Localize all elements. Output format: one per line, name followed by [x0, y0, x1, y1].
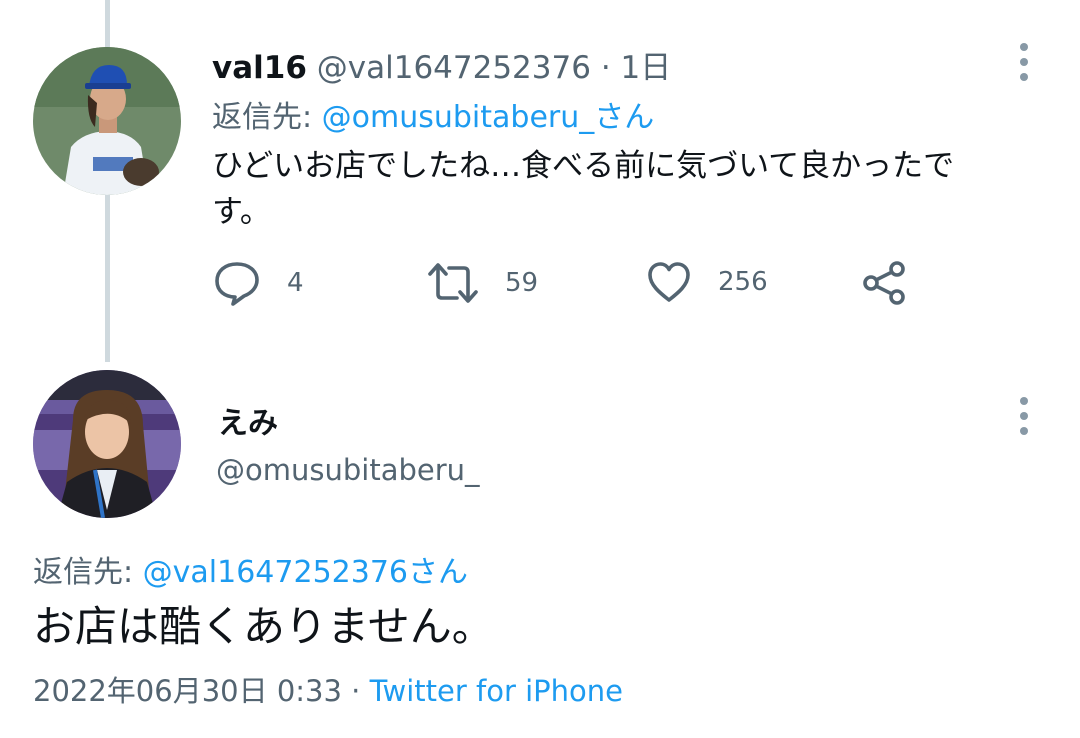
- vertical-dots-icon: [1020, 43, 1028, 51]
- tweet1-header: val16 @val1647252376 · 1日: [212, 42, 671, 87]
- like-button[interactable]: 256: [646, 260, 768, 304]
- retweet-button[interactable]: 59: [427, 260, 538, 306]
- avatar-emi[interactable]: [33, 370, 181, 518]
- tweet1-separator: ·: [600, 50, 611, 86]
- meta-separator: ·: [351, 674, 361, 708]
- reply-to-label: 返信先:: [212, 100, 322, 135]
- reply-button[interactable]: 4: [213, 260, 304, 306]
- tweet2-reply-to: 返信先: @val1647252376さん: [33, 547, 468, 591]
- tweet1-text: ひどいお店でしたね…食べる前に気づいて良かったです。: [212, 148, 955, 230]
- reply-to-mention[interactable]: @val1647252376さん: [143, 555, 468, 590]
- more-options-button[interactable]: [1019, 43, 1029, 81]
- tweet1-action-bar: 4 59 256: [0, 258, 1080, 308]
- tweet1-handle[interactable]: @val1647252376: [317, 50, 591, 86]
- retweet-arrows-icon: [428, 263, 478, 303]
- avatar-val16[interactable]: [33, 47, 181, 195]
- vertical-dots-icon: [1020, 397, 1028, 405]
- tweet2-display-name[interactable]: えみ: [218, 398, 278, 442]
- tweet1-time[interactable]: 1日: [621, 50, 672, 86]
- share-nodes-icon: [863, 261, 905, 305]
- tweet2-handle[interactable]: @omusubitaberu_: [216, 453, 480, 487]
- tweet2-text: お店は酷くありません。: [33, 602, 494, 651]
- like-count: 256: [718, 267, 768, 297]
- reply-to-mention[interactable]: @omusubitaberu_さん: [322, 100, 655, 135]
- share-button[interactable]: [862, 260, 908, 306]
- tweet2-meta: 2022年06月30日 0:33 · Twitter for iPhone: [33, 668, 623, 710]
- heart-icon: [648, 262, 690, 302]
- more-options-button[interactable]: [1019, 397, 1029, 435]
- tweet1-reply-to: 返信先: @omusubitaberu_さん: [212, 92, 654, 136]
- retweet-count: 59: [505, 268, 539, 298]
- tweet1-display-name[interactable]: val16: [212, 50, 307, 86]
- speech-bubble-icon: [215, 262, 259, 306]
- tweet2-timestamp[interactable]: 2022年06月30日 0:33: [33, 674, 342, 708]
- tweet2-source[interactable]: Twitter for iPhone: [370, 674, 623, 708]
- reply-to-label: 返信先:: [33, 555, 143, 590]
- reply-count: 4: [287, 268, 304, 298]
